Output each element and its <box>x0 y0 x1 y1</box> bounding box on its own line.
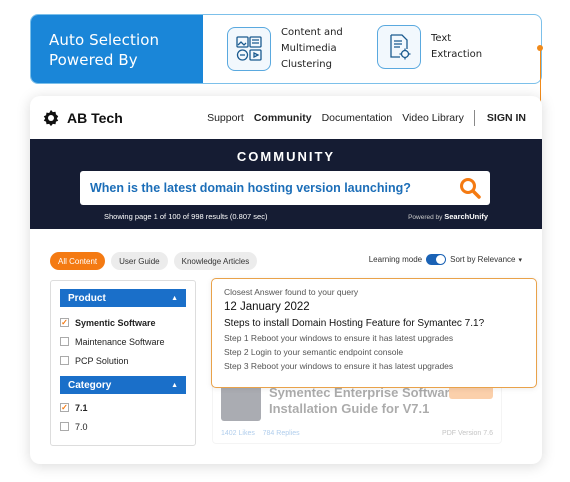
nav-link-support[interactable]: Support <box>207 112 244 124</box>
answer-step: Step 2 Login to your semantic endpoint c… <box>224 347 404 357</box>
chevron-up-icon: ▲ <box>171 381 178 389</box>
search-input[interactable]: When is the latest domain hosting versio… <box>80 171 490 205</box>
powered-by: Powered by SearchUnify <box>408 212 488 221</box>
result-title[interactable]: Symentec Enterprise Software Installatio… <box>269 385 457 417</box>
powered-brand: SearchUnify <box>444 212 488 221</box>
facet-sidebar: Product ▲ ✓ Symentic Software Maintenanc… <box>50 280 196 446</box>
facet-product-header[interactable]: Product ▲ <box>60 289 186 307</box>
chevron-down-icon: ▾ <box>518 256 522 264</box>
brand-logo[interactable]: AB Tech <box>42 109 123 127</box>
tab-knowledge-articles[interactable]: Knowledge Articles <box>173 252 258 270</box>
checkbox[interactable] <box>60 422 69 431</box>
powered-label: Powered by <box>408 214 443 221</box>
media-cluster-icon <box>227 27 271 71</box>
nav-link-community[interactable]: Community <box>254 112 312 124</box>
nav-links: Support Community Documentation Video Li… <box>197 110 526 126</box>
banner-title-line1: Auto Selection <box>49 31 160 49</box>
brand-name: AB Tech <box>67 110 123 126</box>
feature-content-clustering: Content and Multimedia Clustering <box>227 25 343 73</box>
tab-all-content[interactable]: All Content <box>50 252 106 270</box>
gear-logo-icon <box>43 109 59 127</box>
facet-item-symentic[interactable]: ✓ Symentic Software <box>60 313 186 332</box>
tab-user-guide[interactable]: User Guide <box>111 252 168 270</box>
feature-text-extraction: Text Extraction <box>377 25 482 69</box>
search-icon[interactable] <box>458 176 482 200</box>
learning-mode-toggle[interactable] <box>426 254 447 265</box>
facet-category-title: Category <box>68 379 112 391</box>
sort-dropdown[interactable]: Sort by Relevance <box>450 255 515 264</box>
result-card[interactable]: Symentec Enterprise Software Installatio… <box>212 380 502 444</box>
result-version: PDF Version 7.6 <box>442 430 493 437</box>
nav-link-documentation[interactable]: Documentation <box>322 112 393 124</box>
signin-button[interactable]: SIGN IN <box>487 112 526 124</box>
likes-count: 1402 Likes <box>221 430 255 437</box>
result-thumbnail <box>221 385 261 421</box>
answer-label: Closest Answer found to your query <box>224 287 359 297</box>
page-title: COMMUNITY <box>236 149 336 164</box>
facet-product-title: Product <box>68 292 106 304</box>
learning-mode-label: Learning mode <box>368 255 423 264</box>
content-tabs: All Content User Guide Knowledge Article… <box>50 252 263 270</box>
result-meta: 1402 Likes 784 Replies <box>221 430 300 437</box>
facet-item-7-0[interactable]: 7.0 <box>60 417 186 436</box>
answer-step: Step 3 Reboot your windows to ensure it … <box>224 361 454 371</box>
banner-title-line2: Powered By <box>49 51 138 69</box>
result-controls: Learning mode Sort by Relevance ▾ <box>369 254 522 265</box>
facet-item-7-1[interactable]: ✓ 7.1 <box>60 398 186 417</box>
nav-divider <box>473 110 475 126</box>
answer-date: 12 January 2022 <box>224 301 310 313</box>
top-nav: AB Tech Support Community Documentation … <box>30 96 542 140</box>
checkbox[interactable] <box>60 337 69 346</box>
search-query-text: When is the latest domain hosting versio… <box>90 181 411 195</box>
community-app-window: AB Tech Support Community Documentation … <box>30 96 542 464</box>
checkbox-checked[interactable]: ✓ <box>60 403 69 412</box>
document-gear-icon <box>377 25 421 69</box>
feature1-text: Content and Multimedia Clustering <box>281 27 343 70</box>
facet-item-pcp[interactable]: PCP Solution <box>60 351 186 370</box>
results-count: Showing page 1 of 100 of 998 results (0.… <box>104 212 268 221</box>
search-hero: COMMUNITY When is the latest domain host… <box>30 139 542 229</box>
closest-answer-card[interactable]: Closest Answer found to your query 12 Ja… <box>211 278 537 388</box>
facet-item-maintenance[interactable]: Maintenance Software <box>60 332 186 351</box>
replies-count: 784 Replies <box>262 430 300 437</box>
answer-title[interactable]: Steps to install Domain Hosting Feature … <box>224 318 524 329</box>
feature-banner: Auto Selection Powered By Content and Mu… <box>30 14 542 84</box>
facet-category-header[interactable]: Category ▲ <box>60 376 186 394</box>
banner-title: Auto Selection Powered By <box>31 15 203 83</box>
feature2-text: Text Extraction <box>431 33 483 60</box>
nav-link-video-library[interactable]: Video Library <box>402 112 464 124</box>
checkbox[interactable] <box>60 356 69 365</box>
checkbox-checked[interactable]: ✓ <box>60 318 69 327</box>
answer-step: Step 1 Reboot your windows to ensure it … <box>224 333 454 343</box>
chevron-up-icon: ▲ <box>171 294 178 302</box>
